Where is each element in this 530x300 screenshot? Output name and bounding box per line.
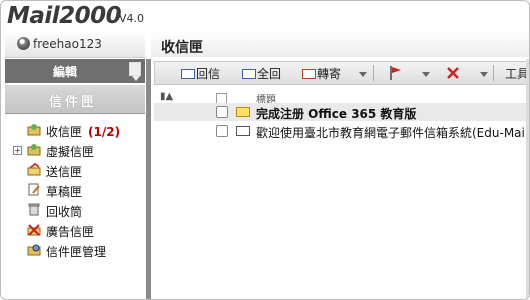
sent-icon — [27, 163, 41, 176]
draft-icon — [28, 183, 40, 196]
splitter[interactable] — [146, 59, 151, 299]
sidebar-item-label: 虛擬信匣 — [46, 145, 95, 159]
unread-mail-icon — [236, 107, 250, 117]
reply-icon — [181, 68, 195, 79]
delete-icon[interactable] — [446, 65, 460, 81]
user-avatar-icon — [17, 37, 30, 50]
inbox-icon — [27, 124, 41, 136]
message-row[interactable]: 完成注册 Office 365 教育版 — [154, 103, 529, 121]
sidebar-item-virtual[interactable]: + 虛擬信匣 — [9, 141, 145, 161]
app-version: V4.0 — [119, 12, 145, 25]
trash-icon — [28, 203, 40, 216]
read-mail-icon — [236, 126, 250, 136]
chevron-down-icon[interactable] — [422, 72, 430, 77]
edit-menu-icon[interactable] — [129, 62, 141, 76]
virtual-folder-icon — [27, 144, 41, 156]
sidebar-item-trash[interactable]: 回收筒 — [9, 201, 145, 221]
sidebar-item-label: 回收筒 — [46, 205, 83, 219]
spam-icon — [27, 224, 41, 236]
message-checkbox[interactable] — [216, 106, 228, 118]
sidebar-item-label: 信件匣管理 — [46, 245, 107, 259]
reply-all-button[interactable]: 全回 — [242, 65, 281, 81]
folder-manage-icon — [27, 244, 41, 256]
sidebar-item-inbox[interactable]: 收信匣 (1/2) — [9, 121, 145, 141]
title-bar: 收信匣 — [151, 32, 529, 57]
toolbar-divider — [373, 65, 374, 81]
sidebar: 編輯 信件匣 收信匣 (1/2) + 虛擬信匣 送信匣 草稿匣 回收筒 廣告信匣… — [5, 59, 145, 299]
reply-button[interactable]: 回信 — [181, 65, 220, 81]
sidebar-item-label: 收信匣 — [46, 125, 83, 139]
forward-icon — [302, 68, 316, 79]
sidebar-item-label: 送信匣 — [46, 165, 83, 179]
expand-icon[interactable]: + — [13, 146, 22, 155]
username: freehao123 — [33, 37, 102, 51]
message-subject[interactable]: 歡迎使用臺北市教育網電子郵件信箱系統(Edu-Mail) — [256, 124, 529, 141]
edit-bar[interactable]: 編輯 — [5, 59, 145, 83]
page-title: 收信匣 — [161, 40, 203, 56]
app-logo: Mail2000 — [7, 3, 122, 29]
reply-all-icon — [242, 68, 256, 79]
folders-label: 信件匣 — [49, 95, 98, 110]
folder-tree: 收信匣 (1/2) + 虛擬信匣 送信匣 草稿匣 回收筒 廣告信匣 信件匣管理 — [9, 121, 145, 261]
folders-header[interactable]: 信件匣 — [5, 85, 145, 114]
edit-label: 編輯 — [53, 65, 78, 79]
chevron-down-icon[interactable] — [359, 72, 367, 77]
scrollbar[interactable] — [526, 59, 529, 299]
message-row[interactable]: 歡迎使用臺北市教育網電子郵件信箱系統(Edu-Mail) — [154, 122, 529, 140]
sidebar-item-label: 廣告信匣 — [46, 225, 95, 239]
app-window: Mail2000 V4.0 freehao123 收信匣 編輯 信件匣 收信匣 (… — [0, 0, 530, 300]
chevron-down-icon[interactable] — [132, 76, 140, 81]
sidebar-item-folder-manage[interactable]: 信件匣管理 — [9, 241, 145, 261]
message-checkbox[interactable] — [216, 125, 228, 137]
chevron-down-icon[interactable] — [480, 72, 488, 77]
message-subject[interactable]: 完成注册 Office 365 教育版 — [256, 105, 416, 122]
flag-icon[interactable] — [389, 65, 403, 81]
sidebar-item-drafts[interactable]: 草稿匣 — [9, 181, 145, 201]
sort-icon[interactable]: ▮▲ — [160, 91, 173, 102]
user-bar[interactable]: freehao123 — [5, 32, 145, 58]
sidebar-item-label: 草稿匣 — [46, 185, 83, 199]
toolbar: 回信 全回 轉寄 工具 — [154, 61, 529, 85]
toolbar-divider — [493, 65, 494, 81]
sidebar-item-sent[interactable]: 送信匣 — [9, 161, 145, 181]
forward-button[interactable]: 轉寄 — [302, 65, 341, 81]
sidebar-item-spam[interactable]: 廣告信匣 — [9, 221, 145, 241]
unread-count: (1/2) — [88, 125, 121, 139]
